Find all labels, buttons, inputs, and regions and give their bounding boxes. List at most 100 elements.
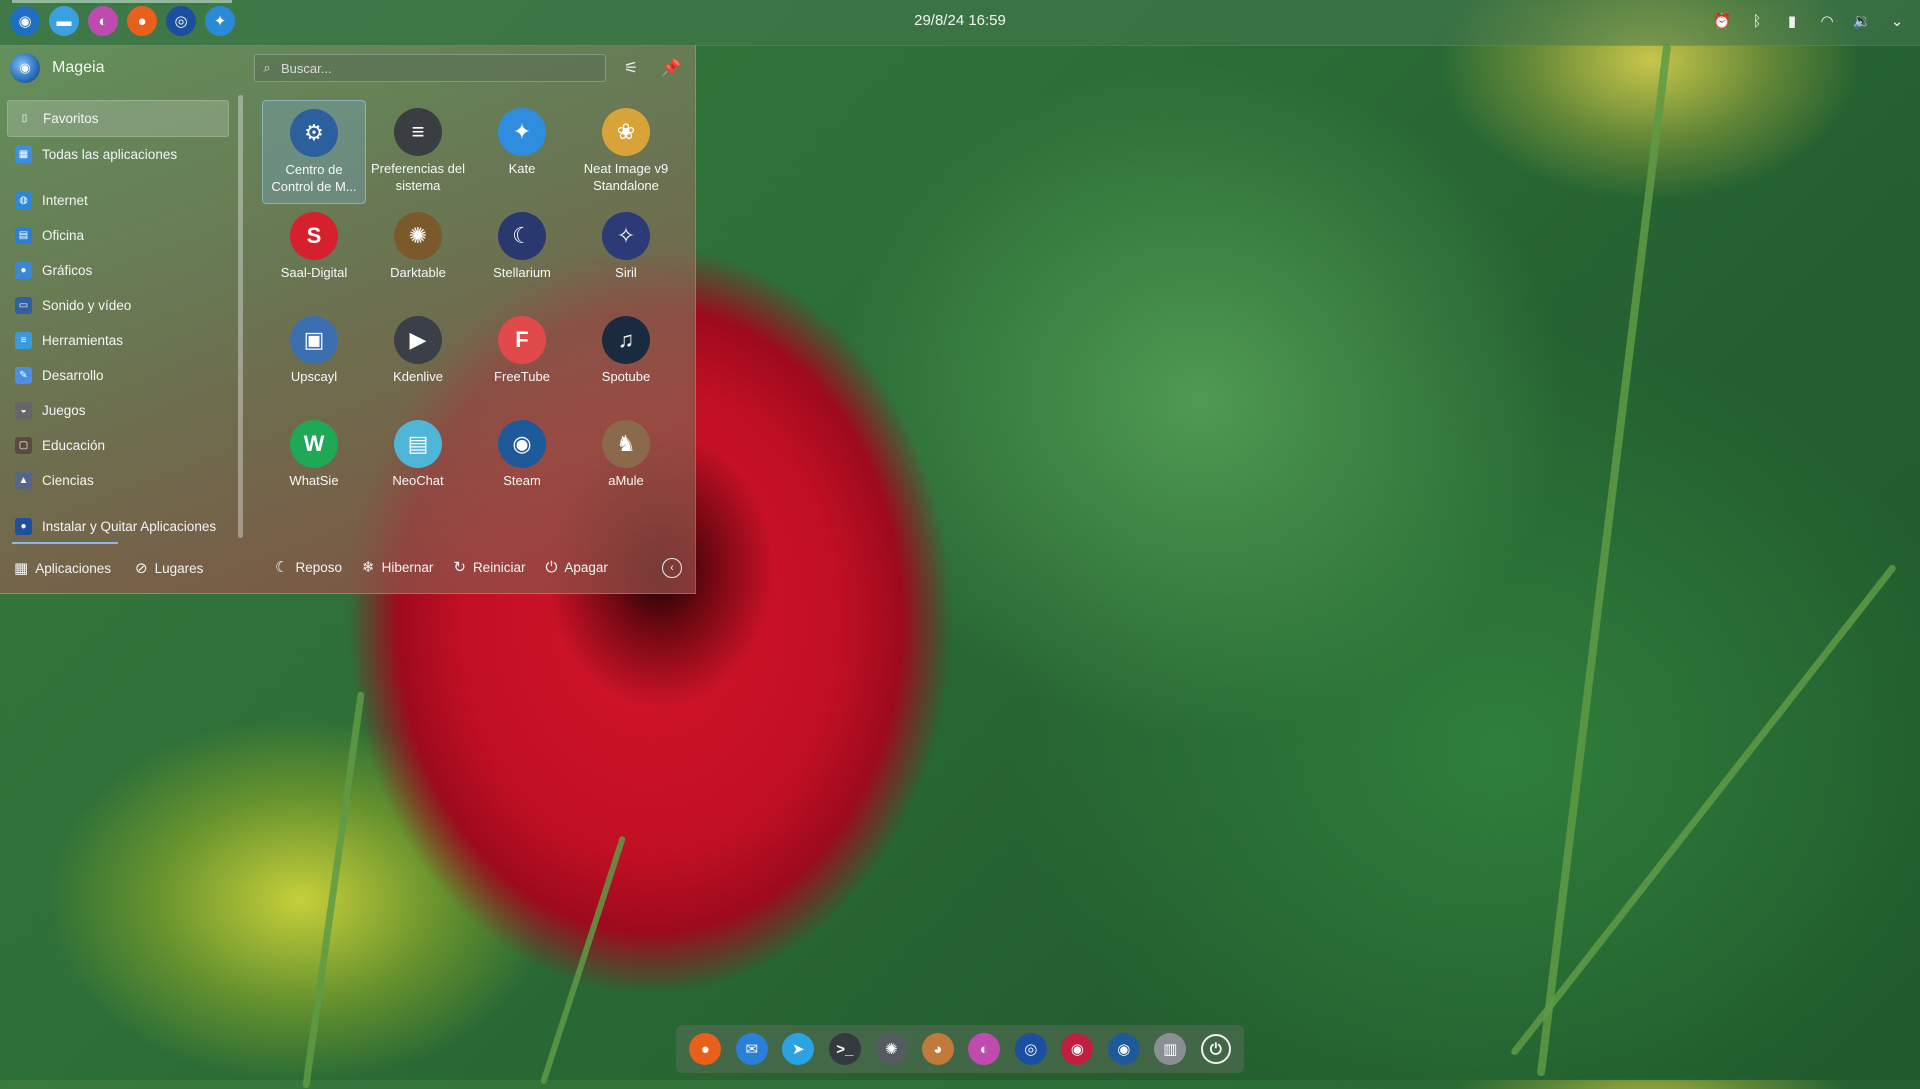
firefox-icon[interactable]: ● [689, 1033, 722, 1065]
application-menu: ◉ Mageia ⌕ ⚟ 📌 ▯ Favoritos ▦ Todas las apli… [0, 45, 696, 594]
places-tab[interactable]: ⊘ Lugares [135, 559, 203, 577]
favorite-app[interactable]: F FreeTube [470, 308, 574, 412]
category-label: Juegos [42, 403, 86, 418]
favorite-app[interactable]: ▶ Kdenlive [366, 308, 470, 412]
restart-button[interactable]: ↻ Reiniciar [453, 558, 525, 576]
install-progress-underline [12, 542, 118, 544]
telegram-icon[interactable]: ➤ [782, 1033, 815, 1065]
category-item[interactable]: ▭ Sonido y vídeo [7, 288, 229, 323]
favorite-app[interactable]: ❀ Neat Image v9 Standalone [574, 100, 678, 204]
terminal-icon[interactable]: >_ [828, 1033, 861, 1065]
favorite-app[interactable]: ▤ NeoChat [366, 412, 470, 516]
record-icon[interactable]: ◉ [1061, 1033, 1094, 1065]
moon-icon: ☾ [275, 559, 289, 576]
gamepad-icon: ◒ [15, 402, 32, 419]
bluetooth-icon[interactable]: ᛒ [1746, 10, 1768, 32]
favorite-app-label: Upscayl [290, 369, 338, 384]
color-wheel-icon[interactable]: ◐ [968, 1033, 1001, 1065]
graphics-icon: ● [15, 262, 32, 279]
package-icon: ● [15, 518, 32, 535]
favorite-app[interactable]: ⚙ Centro de Control de M... [262, 100, 366, 204]
wifi-icon[interactable]: ◠ [1816, 10, 1838, 32]
favorite-app[interactable]: ✦ Kate [470, 100, 574, 204]
avatar[interactable]: ◉ [10, 53, 40, 83]
category-item[interactable]: ▯ Favoritos [7, 100, 229, 137]
battery-icon[interactable]: ▮ [1781, 10, 1803, 32]
category-label: Internet [42, 193, 88, 208]
globe-icon[interactable]: ◎ [1014, 1033, 1047, 1065]
favorite-app[interactable]: ☾ Stellarium [470, 204, 574, 308]
volume-icon[interactable]: 🔉 [1851, 10, 1873, 32]
configure-icon[interactable]: ⚟ [618, 55, 644, 81]
active-indicator [12, 0, 232, 3]
search-box[interactable]: ⌕ [254, 54, 606, 82]
chevron-down-icon[interactable]: ⌄ [1886, 10, 1908, 32]
category-item[interactable]: ◒ Juegos [7, 393, 229, 428]
favorite-app[interactable]: ◉ Steam [470, 412, 574, 516]
favorite-app[interactable]: ✧ Siril [574, 204, 678, 308]
user-row[interactable]: ◉ Mageia [10, 53, 104, 83]
aperture-icon[interactable]: ✺ [875, 1033, 908, 1065]
favorite-app[interactable]: ▣ Upscayl [262, 308, 366, 412]
favorites-grid: ⚙ Centro de Control de M... ≡ Preferencias … [262, 100, 682, 516]
category-item[interactable]: ≡ Herramientas [7, 323, 229, 358]
favorite-app[interactable]: S Saal-Digital [262, 204, 366, 308]
session-buttons: ☾ Reposo ❄ Hibernar ↻ Reiniciar ⏻ Apagar [275, 558, 608, 577]
favorite-app-label: Spotube [601, 369, 651, 384]
session-more-icon[interactable]: ‹ [662, 558, 682, 578]
shutdown-label: Apagar [564, 559, 608, 575]
category-label: Sonido y vídeo [42, 298, 132, 313]
gimp-icon[interactable]: ◕ [921, 1033, 954, 1065]
category-item[interactable]: ✎ Desarrollo [7, 358, 229, 393]
favorite-app-label: Stellarium [493, 265, 551, 280]
favorite-app[interactable]: W WhatSie [262, 412, 366, 516]
favorite-app-label: Saal-Digital [280, 265, 348, 280]
shutdown-button[interactable]: ⏻ Apagar [545, 558, 607, 576]
favorite-app-label: Kate [508, 161, 536, 176]
favorite-app[interactable]: ♞ aMule [574, 412, 678, 516]
thunderbird-icon[interactable]: ✉ [735, 1033, 768, 1065]
grid-icon: ▦ [15, 146, 32, 163]
tools-icon: ≡ [15, 332, 32, 349]
alarm-icon[interactable]: ⏰ [1711, 10, 1733, 32]
trash-icon[interactable]: ▥ [1154, 1033, 1187, 1065]
search-input[interactable] [279, 59, 605, 77]
steam-icon[interactable]: ◉ [1107, 1033, 1140, 1065]
restart-icon: ↻ [453, 559, 466, 576]
category-list: ▯ Favoritos ▦ Todas las aplicaciones ◍ Intern… [7, 100, 229, 544]
favorite-app[interactable]: ✺ Darktable [366, 204, 470, 308]
category-item[interactable]: ◍ Internet [7, 183, 229, 218]
power-icon: ⏻ [545, 558, 558, 576]
power-icon[interactable]: ⏻ [1200, 1034, 1231, 1064]
office-icon: ▤ [15, 227, 32, 244]
internet-icon: ◍ [15, 192, 32, 209]
category-item[interactable]: ● Instalar y Quitar Aplicaciones [7, 509, 229, 544]
top-panel: ◉ ▬ ◐ ● ◎ ✦ 29/8/24 16:59 ⏰ ᛒ ▮ ◠ 🔉 ⌄ [0, 0, 1920, 46]
sleep-label: Reposo [295, 559, 342, 575]
category-item[interactable]: ▤ Oficina [7, 218, 229, 253]
favorite-app[interactable]: ≡ Preferencias del sistema [366, 100, 470, 204]
favorite-app-label: aMule [608, 473, 644, 488]
category-label: Ciencias [42, 473, 94, 488]
category-scrollbar[interactable] [238, 95, 243, 538]
clock[interactable]: 29/8/24 16:59 [0, 12, 1920, 29]
category-item[interactable]: ▦ Todas las aplicaciones [7, 137, 229, 172]
science-icon: ▲ [15, 472, 32, 489]
hibernate-button[interactable]: ❄ Hibernar [362, 558, 433, 576]
pin-icon[interactable]: 📌 [658, 55, 684, 81]
favorite-app-label: WhatSie [289, 473, 339, 488]
wallpaper-stem [1536, 43, 1672, 1077]
kdenlive-icon: ▶ [394, 316, 442, 364]
upscayl-icon: ▣ [290, 316, 338, 364]
sleep-button[interactable]: ☾ Reposo [275, 558, 342, 576]
stellarium-icon: ☾ [498, 212, 546, 260]
applications-tab[interactable]: ▦ Aplicaciones [14, 559, 111, 577]
category-item[interactable]: ● Gráficos [7, 253, 229, 288]
category-label: Educación [42, 438, 106, 453]
category-label: Todas las aplicaciones [42, 147, 178, 162]
wallpaper-stem [539, 835, 627, 1085]
category-spacer [7, 498, 229, 509]
category-item[interactable]: ▢ Educación [7, 428, 229, 463]
favorite-app[interactable]: ♫ Spotube [574, 308, 678, 412]
category-item[interactable]: ▲ Ciencias [7, 463, 229, 498]
